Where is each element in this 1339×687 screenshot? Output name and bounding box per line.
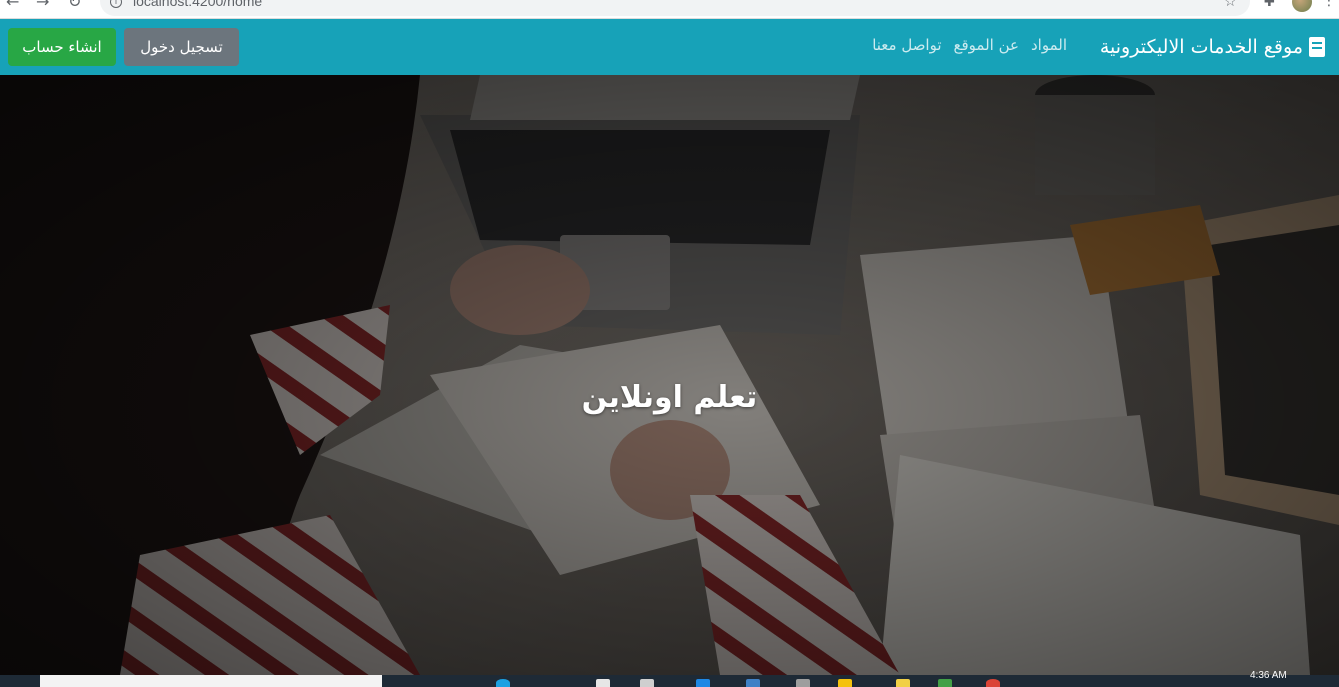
store-icon[interactable] [746,679,760,687]
book-icon [1309,37,1325,57]
chrome-icon[interactable] [986,679,1000,687]
clock-time[interactable]: 4:36 AM [1250,670,1287,681]
nav-link-subjects[interactable]: المواد [1031,36,1067,54]
nav-link-about[interactable]: عن الموقع [954,36,1019,54]
arrow-left-icon[interactable]: ← [6,0,19,10]
taskbar-search[interactable] [40,675,382,687]
signup-button[interactable]: انشاء حساب [8,28,116,66]
hero-title: تعلم اونلاين [581,380,758,415]
kebab-menu-icon[interactable]: ⋮ [1322,0,1336,9]
hero-background-image [0,75,1339,675]
hero-section: تعلم اونلاين [0,75,1339,675]
browser-toolbar: ← → ↻ i localhost:4200/home ☆ ✚ ⋮ [0,0,1339,19]
document-icon[interactable] [640,679,654,687]
puzzle-icon[interactable]: ✚ [1264,0,1275,10]
reload-icon[interactable]: ↻ [68,0,81,10]
edge-icon[interactable] [496,679,510,687]
brand-link[interactable]: موقع الخدمات الاليكترونية [1100,33,1325,61]
nav-links: المواد عن الموقع تواصل معنا [872,36,1067,54]
star-icon[interactable]: ☆ [1224,0,1237,10]
arrow-right-icon[interactable]: → [36,0,49,10]
nav-link-contact[interactable]: تواصل معنا [872,36,941,54]
app-icon[interactable] [796,679,810,687]
url-text[interactable]: localhost:4200/home [133,0,262,9]
login-button[interactable]: تسجيل دخول [124,28,239,66]
address-bar[interactable] [100,0,1250,16]
windows-taskbar: 4:36 AM [0,670,1339,687]
folder-icon[interactable] [838,679,852,687]
site-navbar: موقع الخدمات الاليكترونية المواد عن المو… [0,19,1339,75]
file-icon[interactable] [596,679,610,687]
vscode-icon[interactable] [696,679,710,687]
brand-title: موقع الخدمات الاليكترونية [1099,36,1303,58]
sheet-icon[interactable] [938,679,952,687]
avatar[interactable] [1292,0,1312,12]
notes-icon[interactable] [896,679,910,687]
